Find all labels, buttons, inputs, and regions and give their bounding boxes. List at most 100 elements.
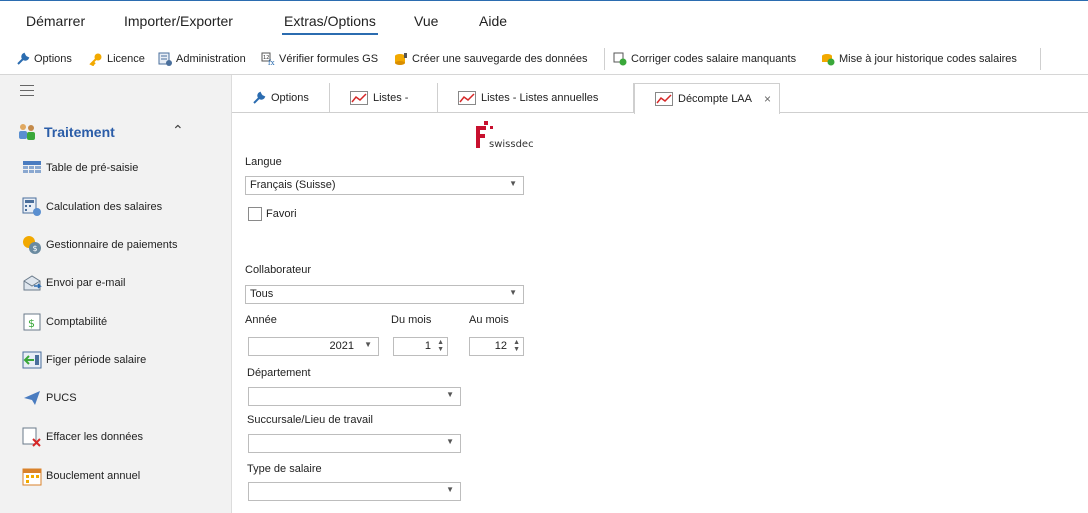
collaborateur-label: Collaborateur (245, 264, 312, 276)
mise-a-jour-historique-label: Mise à jour historique codes salaires (839, 53, 1017, 65)
verifier-formules-label: Vérifier formules GS (279, 53, 379, 65)
creer-sauvegarde-button[interactable]: Créer une sauvegarde des données (394, 51, 588, 67)
verifier-formules-button[interactable]: 12 fx Vérifier formules GS (261, 51, 378, 67)
licence-button[interactable]: Licence (89, 51, 145, 67)
corriger-codes-button[interactable]: Corriger codes salaire manquants (613, 51, 796, 67)
corriger-codes-label: Corriger codes salaire manquants (631, 53, 797, 65)
wrench-icon (253, 91, 266, 104)
du-mois-stepper[interactable]: 1 ▲ ▼ (393, 337, 448, 356)
email-icon (22, 273, 42, 293)
sidebar-item-label: Effacer les données (46, 431, 144, 443)
sidebar-item-label: Comptabilité (46, 316, 108, 328)
sidebar-item-label: Gestionnaire de paiements (46, 239, 178, 251)
chevron-down-icon[interactable]: ▼ (509, 179, 517, 188)
hamburger-menu-icon[interactable] (20, 85, 34, 100)
sidebar-item-pucs[interactable]: PUCS (22, 386, 77, 410)
table-icon (22, 158, 42, 178)
au-mois-label: Au mois (469, 314, 509, 326)
favori-label: Favori (266, 208, 297, 220)
chevron-down-icon[interactable]: ▼ (364, 340, 372, 349)
options-button[interactable]: Options (16, 51, 72, 67)
sidebar-item-envoi-email[interactable]: Envoi par e-mail (22, 271, 125, 295)
licence-label: Licence (107, 53, 145, 65)
du-mois-value: 1 (424, 340, 431, 352)
people-icon (19, 124, 35, 140)
type-salaire-select[interactable]: ▼ (248, 482, 461, 501)
section-traitement[interactable]: Traitement ⌃ (16, 121, 216, 143)
langue-value: Français (Suisse) (250, 179, 336, 191)
succursale-select[interactable]: ▼ (248, 434, 461, 453)
chevron-down-icon[interactable]: ▼ (446, 485, 454, 494)
database-update-icon (822, 54, 835, 66)
administration-button[interactable]: Administration (158, 51, 246, 67)
sidebar-item-comptabilite[interactable]: $ Comptabilité (22, 310, 107, 334)
chevron-down-icon[interactable]: ▼ (446, 437, 454, 446)
delete-data-icon (22, 427, 42, 447)
favori-checkbox[interactable] (248, 207, 262, 221)
sidebar-item-gestionnaire-paiements[interactable]: $ Gestionnaire de paiements (22, 233, 177, 257)
chart-icon (655, 92, 673, 106)
calendar-icon (22, 466, 42, 486)
toolbar-separator (604, 48, 605, 70)
formula-icon: 12fx (261, 52, 275, 66)
tab-label: Décompte LAA (678, 93, 752, 105)
menu-vue[interactable]: Vue (414, 13, 438, 29)
annee-select[interactable]: 2021 ▼ (248, 337, 379, 356)
logo-text: swissdec (489, 139, 534, 150)
dollar-icon: $ (22, 312, 42, 332)
freeze-period-icon (22, 350, 42, 370)
langue-label: Langue (245, 156, 282, 168)
sidebar-item-effacer-donnees[interactable]: Effacer les données (22, 425, 143, 449)
chevron-up-icon[interactable]: ⌃ (172, 122, 184, 139)
collaborateur-value: Tous (250, 288, 274, 300)
database-backup-icon (395, 53, 407, 65)
form-panel: swissdec Langue Français (Suisse) ▼ Favo… (233, 114, 1088, 513)
langue-select[interactable]: Français (Suisse) ▼ (245, 176, 524, 195)
mise-a-jour-historique-button[interactable]: Mise à jour historique codes salaires (821, 51, 1017, 67)
type-salaire-label: Type de salaire (247, 463, 322, 475)
tab-listes[interactable]: Listes - (330, 83, 438, 113)
sidebar-item-label: Bouclement annuel (46, 470, 141, 482)
menu-demarrer[interactable]: Démarrer (26, 13, 85, 29)
sidebar-item-calculation-salaires[interactable]: Calculation des salaires (22, 195, 162, 219)
sidebar-item-label: Figer période salaire (46, 354, 147, 366)
svg-text:$: $ (33, 244, 38, 253)
menu-importer-exporter[interactable]: Importer/Exporter (124, 13, 233, 29)
send-plane-icon (22, 388, 42, 408)
tab-label: Options (271, 92, 309, 104)
sidebar-item-bouclement-annuel[interactable]: Bouclement annuel (22, 464, 140, 488)
annee-value: 2021 (329, 340, 354, 352)
chart-icon (350, 91, 368, 105)
au-mois-stepper[interactable]: 12 ▲ ▼ (469, 337, 524, 356)
swissdec-logo: swissdec (470, 118, 534, 156)
section-title: Traitement (44, 124, 115, 140)
menu-aide[interactable]: Aide (479, 13, 507, 29)
collaborateur-select[interactable]: Tous ▼ (245, 285, 524, 304)
svg-text:$: $ (28, 317, 35, 330)
stepper-arrows-icon[interactable]: ▲ ▼ (513, 339, 520, 353)
coins-icon: $ (22, 235, 42, 255)
svg-text:fx: fx (268, 59, 275, 66)
tab-strip: Options Listes - Listes - Listes annuell… (232, 75, 1088, 114)
fix-codes-icon (613, 52, 627, 66)
sidebar-item-table-pre-saisie[interactable]: Table de pré-saisie (22, 156, 138, 180)
admin-icon (158, 52, 172, 66)
tab-decompte-laa[interactable]: Décompte LAA × (634, 83, 780, 114)
sidebar-item-figer-periode[interactable]: Figer période salaire (22, 348, 146, 372)
sidebar-item-label: Table de pré-saisie (46, 162, 139, 174)
close-icon[interactable]: × (764, 92, 771, 106)
menu-extras-options[interactable]: Extras/Options (282, 13, 378, 35)
wrench-icon (17, 52, 30, 65)
sidebar-item-label: Calculation des salaires (46, 201, 163, 213)
sidebar: Traitement ⌃ Table de pré-saisie Calcula… (0, 75, 232, 513)
chevron-down-icon[interactable]: ▼ (446, 390, 454, 399)
tab-options[interactable]: Options (232, 83, 330, 113)
departement-select[interactable]: ▼ (248, 387, 461, 406)
annee-label: Année (245, 314, 277, 326)
tab-listes-annuelles[interactable]: Listes - Listes annuelles (438, 83, 634, 113)
au-mois-value: 12 (494, 340, 507, 352)
menu-bar: Démarrer Importer/Exporter Extras/Option… (0, 0, 1088, 42)
chevron-down-icon[interactable]: ▼ (509, 288, 517, 297)
chart-icon (458, 91, 476, 105)
stepper-arrows-icon[interactable]: ▲ ▼ (437, 339, 444, 353)
